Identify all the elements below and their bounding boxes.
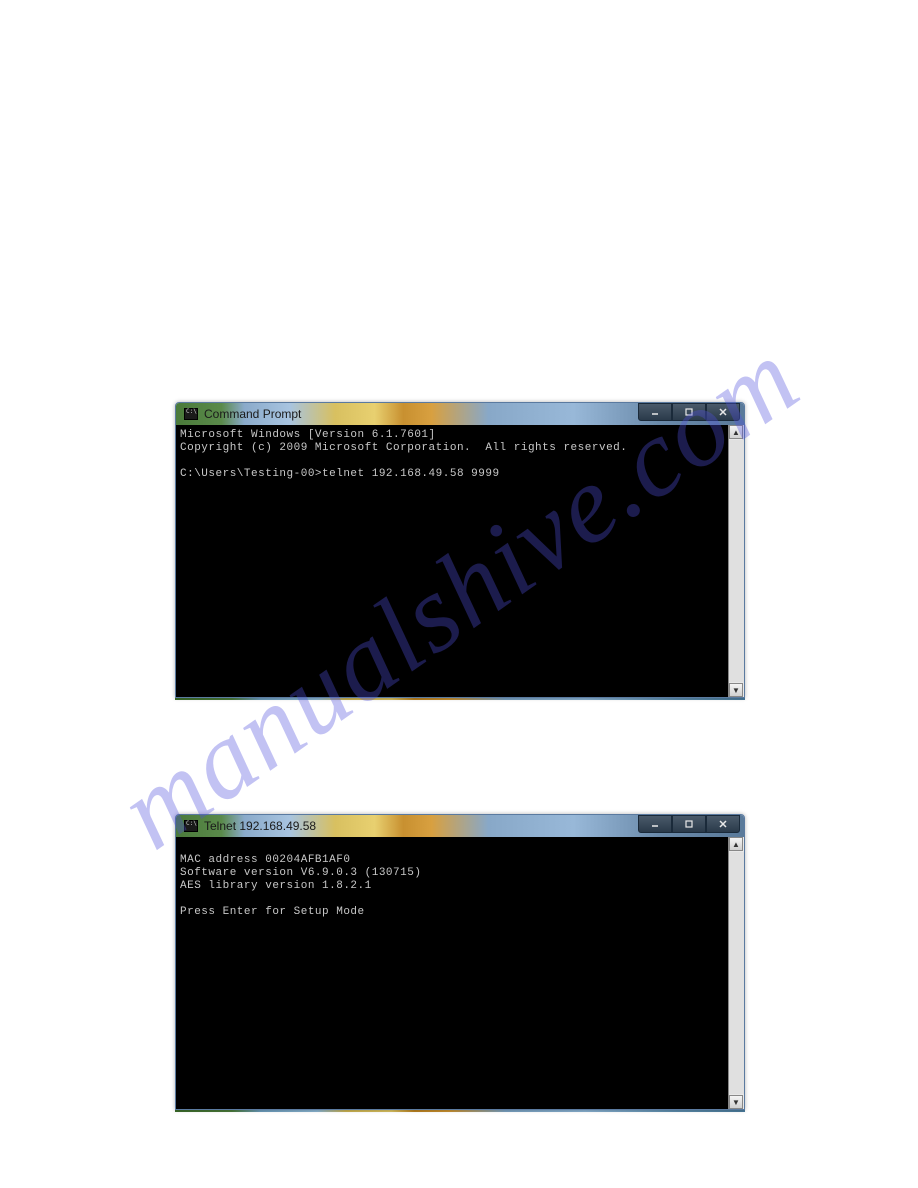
maximize-button[interactable] <box>672 815 706 833</box>
telnet-window: Telnet 192.168.49.58 MAC address 00204AF… <box>175 814 745 1110</box>
scroll-up-icon[interactable]: ▲ <box>729 425 743 439</box>
title-left: Command Prompt <box>176 407 301 421</box>
command-prompt-window: Command Prompt Microsoft Windows [Versio… <box>175 402 745 698</box>
scroll-up-icon[interactable]: ▲ <box>729 837 743 851</box>
terminal-area: Microsoft Windows [Version 6.1.7601] Cop… <box>176 425 744 697</box>
scrollbar[interactable]: ▲ ▼ <box>728 837 744 1109</box>
window-title: Telnet 192.168.49.58 <box>204 819 316 833</box>
maximize-button[interactable] <box>672 403 706 421</box>
window-title: Command Prompt <box>204 407 301 421</box>
close-button[interactable] <box>706 815 740 833</box>
terminal-output[interactable]: MAC address 00204AFB1AF0 Software versio… <box>176 837 728 1109</box>
titlebar[interactable]: Telnet 192.168.49.58 <box>176 815 744 837</box>
minimize-button[interactable] <box>638 403 672 421</box>
close-button[interactable] <box>706 403 740 421</box>
cmd-icon <box>184 820 198 832</box>
minimize-button[interactable] <box>638 815 672 833</box>
scrollbar[interactable]: ▲ ▼ <box>728 425 744 697</box>
terminal-output[interactable]: Microsoft Windows [Version 6.1.7601] Cop… <box>176 425 728 697</box>
window-controls <box>638 815 740 833</box>
scroll-down-icon[interactable]: ▼ <box>729 1095 743 1109</box>
cmd-icon <box>184 408 198 420</box>
window-controls <box>638 403 740 421</box>
terminal-area: MAC address 00204AFB1AF0 Software versio… <box>176 837 744 1109</box>
scroll-track[interactable] <box>729 852 744 1094</box>
titlebar[interactable]: Command Prompt <box>176 403 744 425</box>
scroll-down-icon[interactable]: ▼ <box>729 683 743 697</box>
scroll-track[interactable] <box>729 440 744 682</box>
title-left: Telnet 192.168.49.58 <box>176 819 316 833</box>
